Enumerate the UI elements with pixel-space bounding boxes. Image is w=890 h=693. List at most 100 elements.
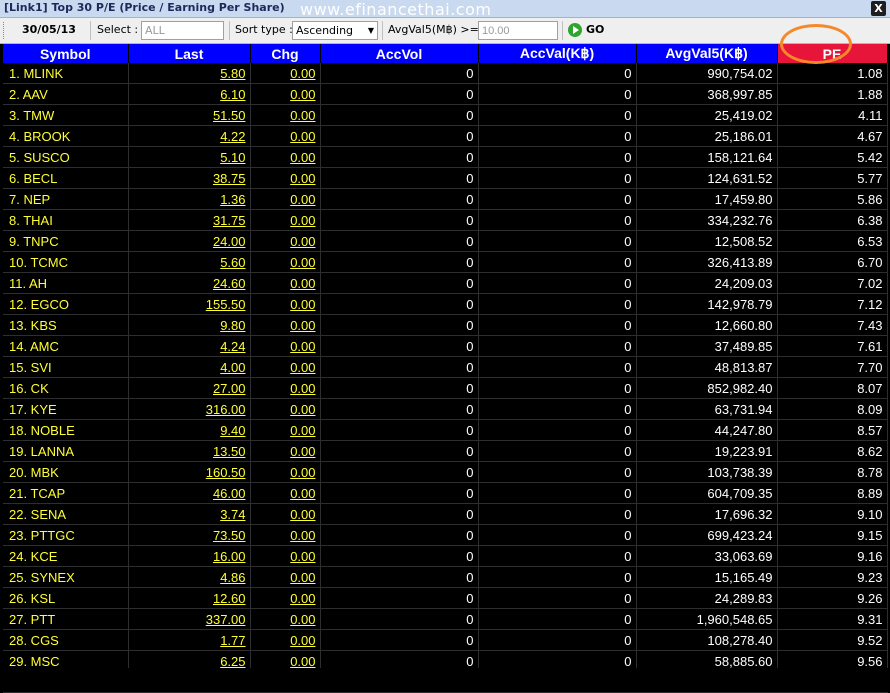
last-price-link[interactable]: 4.86 xyxy=(128,566,251,588)
table-row[interactable]: 17. KYE 316.00 0.00 0 0 63,731.94 8.09 xyxy=(3,398,888,420)
change-link[interactable]: 0.00 xyxy=(250,230,321,252)
table-row[interactable]: 3. TMW 51.50 0.00 0 0 25,419.02 4.11 xyxy=(3,104,888,126)
symbol-cell[interactable]: 6. BECL xyxy=(3,167,129,189)
last-price-link[interactable]: 13.50 xyxy=(128,440,251,462)
last-price-link[interactable]: 46.00 xyxy=(128,482,251,504)
last-price-link[interactable]: 51.50 xyxy=(128,104,251,126)
change-link[interactable]: 0.00 xyxy=(250,167,321,189)
symbol-cell[interactable]: 5. SUSCO xyxy=(3,146,129,168)
change-link[interactable]: 0.00 xyxy=(250,461,321,483)
select-dropdown[interactable]: ALL xyxy=(141,21,224,40)
symbol-cell[interactable]: 1. MLINK xyxy=(3,63,129,84)
symbol-cell[interactable]: 23. PTTGC xyxy=(3,524,129,546)
last-price-link[interactable]: 24.60 xyxy=(128,272,251,294)
last-price-link[interactable]: 4.22 xyxy=(128,125,251,147)
symbol-cell[interactable]: 20. MBK xyxy=(3,461,129,483)
table-row[interactable]: 5. SUSCO 5.10 0.00 0 0 158,121.64 5.42 xyxy=(3,146,888,168)
change-link[interactable]: 0.00 xyxy=(250,314,321,336)
change-link[interactable]: 0.00 xyxy=(250,104,321,126)
go-button[interactable]: GO xyxy=(566,21,606,40)
change-link[interactable]: 0.00 xyxy=(250,587,321,609)
last-price-link[interactable]: 5.10 xyxy=(128,146,251,168)
sort-type-dropdown[interactable]: Ascending ▼ xyxy=(292,21,378,40)
last-price-link[interactable]: 155.50 xyxy=(128,293,251,315)
last-price-link[interactable]: 24.00 xyxy=(128,230,251,252)
change-link[interactable]: 0.00 xyxy=(250,608,321,630)
symbol-cell[interactable]: 8. THAI xyxy=(3,209,129,231)
change-link[interactable]: 0.00 xyxy=(250,545,321,567)
last-price-link[interactable]: 9.40 xyxy=(128,419,251,441)
column-header-accval[interactable]: AccVal(K฿) xyxy=(478,44,637,63)
symbol-cell[interactable]: 21. TCAP xyxy=(3,482,129,504)
change-link[interactable]: 0.00 xyxy=(250,524,321,546)
close-button[interactable]: X xyxy=(871,1,886,16)
symbol-cell[interactable]: 14. AMC xyxy=(3,335,129,357)
table-row[interactable]: 9. TNPC 24.00 0.00 0 0 12,508.52 6.53 xyxy=(3,230,888,252)
last-price-link[interactable]: 6.10 xyxy=(128,83,251,105)
symbol-cell[interactable]: 3. TMW xyxy=(3,104,129,126)
avgval5-filter-input[interactable] xyxy=(478,21,558,40)
symbol-cell[interactable]: 4. BROOK xyxy=(3,125,129,147)
symbol-cell[interactable]: 13. KBS xyxy=(3,314,129,336)
change-link[interactable]: 0.00 xyxy=(250,566,321,588)
last-price-link[interactable]: 1.36 xyxy=(128,188,251,210)
change-link[interactable]: 0.00 xyxy=(250,356,321,378)
table-row[interactable]: 16. CK 27.00 0.00 0 0 852,982.40 8.07 xyxy=(3,377,888,399)
table-row[interactable]: 21. TCAP 46.00 0.00 0 0 604,709.35 8.89 xyxy=(3,482,888,504)
change-link[interactable]: 0.00 xyxy=(250,377,321,399)
change-link[interactable]: 0.00 xyxy=(250,419,321,441)
table-row[interactable]: 18. NOBLE 9.40 0.00 0 0 44,247.80 8.57 xyxy=(3,419,888,441)
change-link[interactable]: 0.00 xyxy=(250,146,321,168)
toolbar-grip[interactable] xyxy=(3,22,7,39)
last-price-link[interactable]: 316.00 xyxy=(128,398,251,420)
change-link[interactable]: 0.00 xyxy=(250,629,321,651)
last-price-link[interactable]: 5.80 xyxy=(128,63,251,84)
table-row[interactable]: 25. SYNEX 4.86 0.00 0 0 15,165.49 9.23 xyxy=(3,566,888,588)
last-price-link[interactable]: 1.77 xyxy=(128,629,251,651)
last-price-link[interactable]: 160.50 xyxy=(128,461,251,483)
table-row[interactable]: 23. PTTGC 73.50 0.00 0 0 699,423.24 9.15 xyxy=(3,524,888,546)
last-price-link[interactable]: 4.24 xyxy=(128,335,251,357)
table-row[interactable]: 4. BROOK 4.22 0.00 0 0 25,186.01 4.67 xyxy=(3,125,888,147)
symbol-cell[interactable]: 26. KSL xyxy=(3,587,129,609)
symbol-cell[interactable]: 15. SVI xyxy=(3,356,129,378)
table-row[interactable]: 7. NEP 1.36 0.00 0 0 17,459.80 5.86 xyxy=(3,188,888,210)
table-row[interactable]: 1. MLINK 5.80 0.00 0 0 990,754.02 1.08 xyxy=(3,63,888,84)
table-row[interactable]: 10. TCMC 5.60 0.00 0 0 326,413.89 6.70 xyxy=(3,251,888,273)
symbol-cell[interactable]: 11. AH xyxy=(3,272,129,294)
date-label[interactable]: 30/05/13 xyxy=(22,23,76,36)
symbol-cell[interactable]: 27. PTT xyxy=(3,608,129,630)
column-header-accvol[interactable]: AccVol xyxy=(320,44,479,63)
change-link[interactable]: 0.00 xyxy=(250,209,321,231)
column-header-avgval5[interactable]: AvgVal5(K฿) xyxy=(636,44,778,63)
last-price-link[interactable]: 73.50 xyxy=(128,524,251,546)
table-row[interactable]: 20. MBK 160.50 0.00 0 0 103,738.39 8.78 xyxy=(3,461,888,483)
column-header-symbol[interactable]: Symbol xyxy=(3,44,129,63)
table-row[interactable]: 24. KCE 16.00 0.00 0 0 33,063.69 9.16 xyxy=(3,545,888,567)
table-row[interactable]: 22. SENA 3.74 0.00 0 0 17,696.32 9.10 xyxy=(3,503,888,525)
last-price-link[interactable]: 12.60 xyxy=(128,587,251,609)
change-link[interactable]: 0.00 xyxy=(250,503,321,525)
table-row[interactable]: 11. AH 24.60 0.00 0 0 24,209.03 7.02 xyxy=(3,272,888,294)
symbol-cell[interactable]: 28. CGS xyxy=(3,629,129,651)
table-row[interactable]: 28. CGS 1.77 0.00 0 0 108,278.40 9.52 xyxy=(3,629,888,651)
symbol-cell[interactable]: 7. NEP xyxy=(3,188,129,210)
table-row[interactable]: 2. AAV 6.10 0.00 0 0 368,997.85 1.88 xyxy=(3,83,888,105)
symbol-cell[interactable]: 18. NOBLE xyxy=(3,419,129,441)
table-row[interactable]: 14. AMC 4.24 0.00 0 0 37,489.85 7.61 xyxy=(3,335,888,357)
last-price-link[interactable]: 27.00 xyxy=(128,377,251,399)
table-row[interactable]: 8. THAI 31.75 0.00 0 0 334,232.76 6.38 xyxy=(3,209,888,231)
last-price-link[interactable]: 9.80 xyxy=(128,314,251,336)
change-link[interactable]: 0.00 xyxy=(250,335,321,357)
change-link[interactable]: 0.00 xyxy=(250,83,321,105)
change-link[interactable]: 0.00 xyxy=(250,125,321,147)
symbol-cell[interactable]: 12. EGCO xyxy=(3,293,129,315)
last-price-link[interactable]: 4.00 xyxy=(128,356,251,378)
table-row[interactable]: 12. EGCO 155.50 0.00 0 0 142,978.79 7.12 xyxy=(3,293,888,315)
table-row[interactable]: 26. KSL 12.60 0.00 0 0 24,289.83 9.26 xyxy=(3,587,888,609)
column-header-last[interactable]: Last xyxy=(128,44,251,63)
symbol-cell[interactable]: 16. CK xyxy=(3,377,129,399)
last-price-link[interactable]: 337.00 xyxy=(128,608,251,630)
change-link[interactable]: 0.00 xyxy=(250,251,321,273)
column-header-chg[interactable]: Chg xyxy=(250,44,321,63)
